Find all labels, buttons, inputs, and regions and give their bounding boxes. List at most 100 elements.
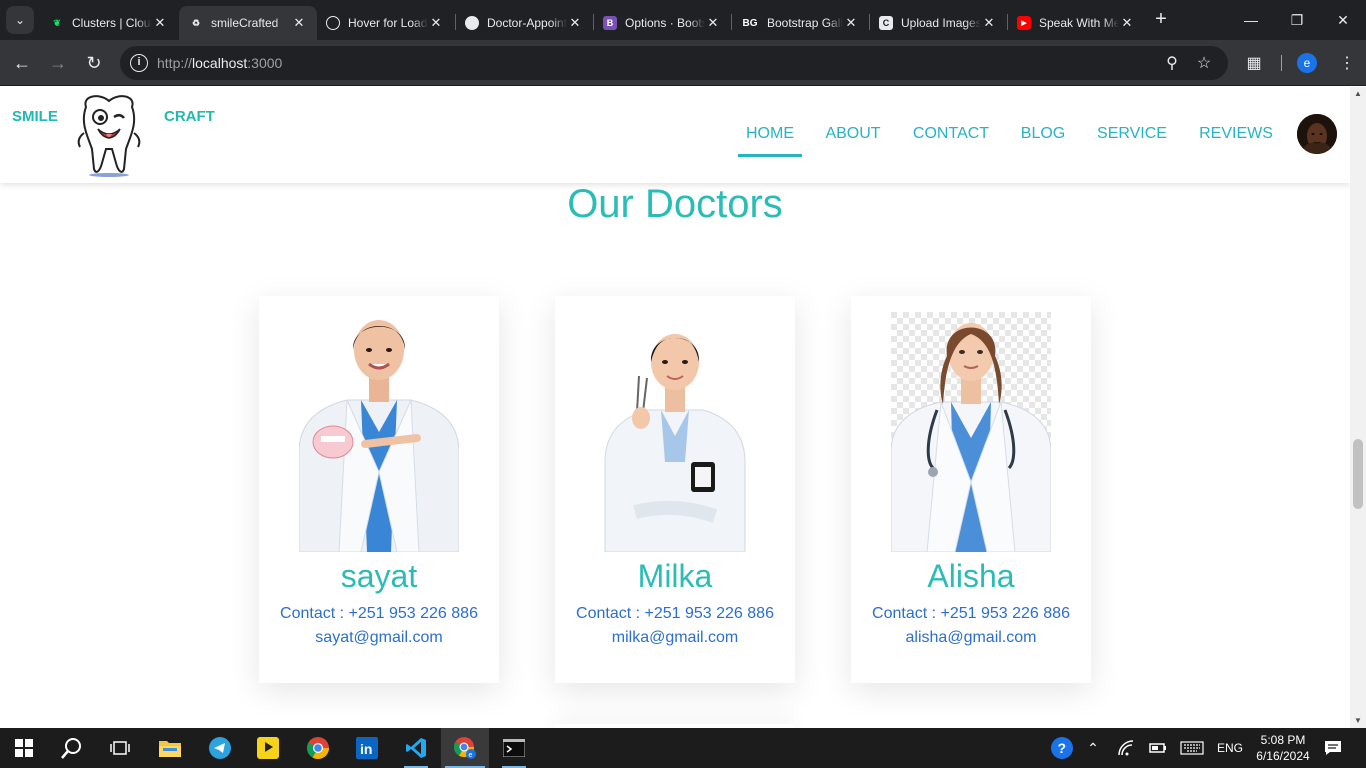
tab-title: Options · Bootstrap [625, 16, 705, 30]
telegram-icon [209, 737, 231, 759]
minimize-button[interactable]: — [1228, 0, 1274, 40]
taskbar-telegram[interactable] [196, 728, 244, 768]
taskbar-file-explorer[interactable] [146, 728, 194, 768]
doctor-email[interactable]: alisha@gmail.com [851, 629, 1091, 647]
youtube-icon: ▶ [1017, 16, 1031, 30]
toolbar-divider [1281, 55, 1282, 71]
doctor-card: sayat Contact : +251 953 226 886 sayat@g… [259, 296, 499, 683]
tab-upload-images[interactable]: C Upload Images ✕ [869, 6, 1007, 40]
doctor-photo [891, 312, 1051, 552]
taskbar-media-player[interactable] [244, 728, 292, 768]
notifications-icon[interactable] [1320, 728, 1346, 768]
scrollbar-thumb[interactable] [1353, 439, 1363, 509]
restore-button[interactable]: ❐ [1274, 0, 1320, 40]
svg-text:e: e [469, 752, 473, 759]
tab-search-button[interactable]: ⌄ [6, 6, 34, 34]
close-icon[interactable]: ✕ [291, 15, 307, 31]
taskbar-edge-chrome-profile[interactable]: e [441, 728, 489, 768]
page-scrollbar[interactable]: ▲ ▼ [1350, 87, 1366, 728]
tab-title: Hover for Loading [348, 16, 428, 30]
nav-about[interactable]: ABOUT [820, 123, 886, 157]
chrome-profile-icon: e [453, 737, 476, 759]
taskbar-vscode[interactable] [392, 728, 440, 768]
vscode-icon [406, 738, 426, 758]
keyboard-icon[interactable] [1178, 728, 1206, 768]
reload-button[interactable]: ↻ [80, 49, 108, 77]
start-button[interactable] [0, 728, 48, 768]
browser-toolbar: ← → ↻ i http://localhost:3000 ⚲ ☆ ▦ ⋮ [0, 40, 1366, 86]
doctor-contact: Contact : +251 953 226 886 [280, 605, 478, 622]
search-button[interactable] [48, 728, 96, 768]
tab-bootstrap-gallery[interactable]: BG Bootstrap Gallery ✕ [731, 6, 869, 40]
back-button[interactable]: ← [8, 49, 36, 77]
tab-title: Clusters | Cloud [72, 16, 152, 30]
nav-home[interactable]: HOME [738, 123, 802, 157]
close-icon[interactable]: ✕ [981, 15, 997, 31]
doctor-email[interactable]: milka@gmail.com [555, 629, 795, 647]
more-menu-icon[interactable]: ⋮ [1336, 52, 1358, 74]
user-avatar[interactable] [1297, 114, 1337, 154]
brand-craft[interactable]: CRAFT [164, 108, 215, 125]
clock-date: 6/16/2024 [1256, 749, 1310, 763]
close-icon[interactable]: ✕ [843, 15, 859, 31]
tab-clusters[interactable]: ❦ Clusters | Cloud ✕ [40, 6, 178, 40]
doctor-name: Milka [637, 558, 713, 594]
extensions-icon[interactable]: ▦ [1243, 52, 1265, 74]
show-hidden-icons-chevron-icon[interactable]: ⌃ [1082, 728, 1104, 768]
battery-icon[interactable] [1146, 728, 1170, 768]
close-icon[interactable]: ✕ [1119, 15, 1135, 31]
site-info-icon[interactable]: i [130, 54, 148, 72]
doctor-name: sayat [340, 558, 418, 594]
nav-blog[interactable]: BLOG [1016, 123, 1070, 157]
nav-service[interactable]: SERVICE [1092, 123, 1172, 157]
windows-taskbar: in e ? ⌃ ENG 5:08 PM 6/16/2024 [0, 728, 1366, 768]
tab-title: Speak With Me [1039, 16, 1119, 30]
doctor-photo [299, 320, 459, 552]
site-header: SMILE CRAFT HOME ABOUT CONTACT BLOG SERV… [0, 87, 1350, 183]
tab-title: Doctor-Appointment [487, 16, 567, 30]
taskbar-linkedin[interactable]: in [343, 728, 391, 768]
tab-smilecrafted[interactable]: ♻ smileCrafted ✕ [179, 6, 317, 40]
help-icon[interactable]: ? [1048, 728, 1076, 768]
tab-hover[interactable]: Hover for Loading ✕ [316, 6, 454, 40]
section-title: Our Doctors [567, 182, 783, 226]
taskbar-terminal[interactable] [490, 728, 538, 768]
close-icon[interactable]: ✕ [567, 15, 583, 31]
address-bar[interactable]: i http://localhost:3000 ⚲ ☆ [120, 46, 1228, 80]
doctor-contact: Contact : +251 953 226 886 [872, 605, 1070, 622]
cloudinary-icon: C [879, 16, 893, 30]
folder-icon [159, 741, 181, 757]
new-tab-button[interactable]: + [1150, 8, 1172, 30]
brand-smile[interactable]: SMILE [12, 108, 58, 125]
task-view-button[interactable] [96, 728, 144, 768]
wifi-icon[interactable] [1114, 728, 1138, 768]
tab-doctor-appointment[interactable]: Doctor-Appointment ✕ [455, 6, 593, 40]
nav-contact[interactable]: CONTACT [908, 123, 994, 157]
close-icon[interactable]: ✕ [152, 15, 168, 31]
page-viewport: SMILE CRAFT HOME ABOUT CONTACT BLOG SERV… [0, 87, 1350, 728]
language-indicator[interactable]: ENG [1212, 728, 1248, 768]
nav-reviews[interactable]: REVIEWS [1194, 123, 1278, 157]
scroll-down-arrow-icon[interactable]: ▼ [1353, 716, 1363, 726]
terminal-icon [503, 739, 525, 757]
close-icon[interactable]: ✕ [705, 15, 721, 31]
taskbar-chrome[interactable] [294, 728, 342, 768]
profile-avatar-button[interactable]: e [1297, 53, 1317, 73]
chatgpt-icon [326, 16, 340, 30]
forward-button[interactable]: → [44, 49, 72, 77]
scroll-up-arrow-icon[interactable]: ▲ [1353, 89, 1363, 99]
react-app-icon: ♻ [191, 17, 201, 28]
doctor-card: Milka Contact : +251 953 226 886 milka@g… [555, 296, 795, 683]
mongodb-leaf-icon: ❦ [53, 17, 61, 28]
close-icon[interactable]: ✕ [428, 15, 444, 31]
doctor-email[interactable]: sayat@gmail.com [259, 629, 499, 647]
url-text[interactable]: http://localhost:3000 [157, 55, 282, 71]
tooth-mascot-logo[interactable] [72, 93, 146, 177]
tab-options-bootstrap[interactable]: B Options · Bootstrap ✕ [593, 6, 731, 40]
bg-icon: BG [742, 17, 758, 29]
zoom-icon[interactable]: ⚲ [1162, 53, 1182, 73]
close-window-button[interactable]: ✕ [1320, 0, 1366, 40]
system-clock[interactable]: 5:08 PM 6/16/2024 [1248, 732, 1318, 764]
tab-speak-with-me[interactable]: ▶ Speak With Me ✕ [1007, 6, 1145, 40]
bookmark-star-icon[interactable]: ☆ [1194, 53, 1214, 73]
